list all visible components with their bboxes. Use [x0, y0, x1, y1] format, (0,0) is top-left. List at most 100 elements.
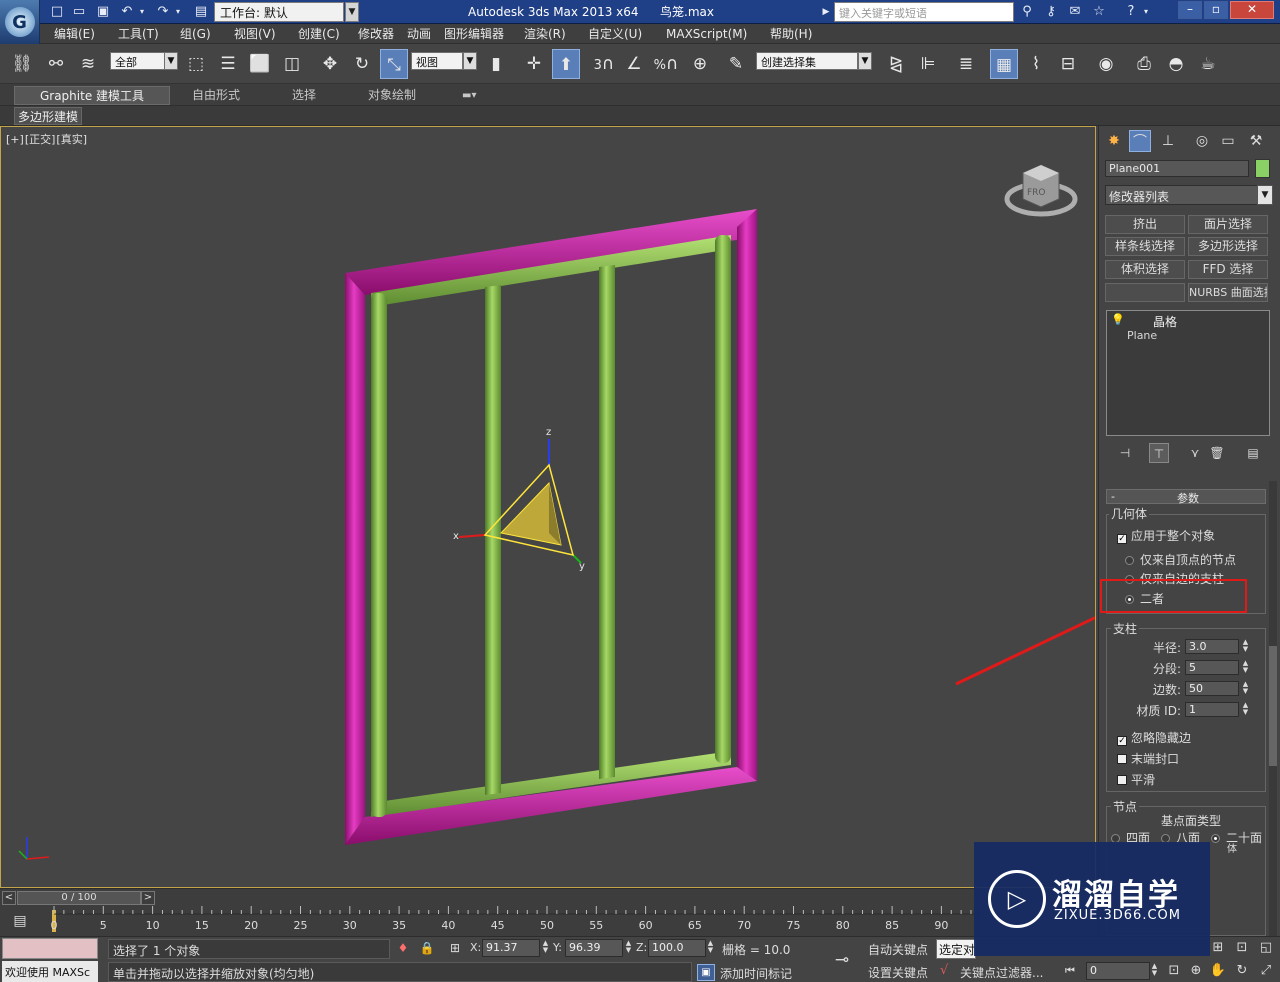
menu-group[interactable]: 组(G)	[180, 24, 211, 44]
communication-center-icon[interactable]: ✉	[1066, 3, 1084, 21]
time-slider-prev-button[interactable]: <	[2, 891, 16, 905]
unlink-icon[interactable]: ⚯	[42, 49, 70, 79]
select-manipulate-icon[interactable]: ✛	[520, 49, 548, 79]
rendered-frame-window-icon[interactable]: ◓	[1162, 49, 1190, 79]
display-tab-icon[interactable]: ▭	[1217, 130, 1239, 152]
time-slider-thumb[interactable]: 0 / 100	[17, 891, 141, 905]
open-folder-icon[interactable]: ▭	[70, 3, 88, 21]
add-time-tag-button[interactable]: 添加时间标记	[720, 965, 792, 982]
angle-snap-icon[interactable]: ∠	[620, 49, 648, 79]
ffd-select-button[interactable]: FFD 选择	[1188, 260, 1268, 279]
material-editor-icon[interactable]: ◉	[1092, 49, 1120, 79]
absolute-mode-icon[interactable]: ⊞	[446, 939, 464, 957]
chevron-down-icon[interactable]: ▼	[1257, 185, 1273, 205]
apply-whole-object-checkbox[interactable]: ✓ 应用于整个对象	[1117, 527, 1215, 544]
front-viewport[interactable]: [+][正交][真实] z x y FRO	[0, 126, 1096, 888]
current-frame-input[interactable]: 0	[1086, 962, 1150, 980]
binoculars-icon[interactable]: ⚲	[1018, 3, 1036, 21]
graphite-toggle-icon[interactable]: ▦	[990, 49, 1018, 79]
maximize-button[interactable]: ▫	[1204, 1, 1228, 19]
parameters-rollout-header[interactable]: - 参数	[1106, 489, 1266, 505]
selection-filter-select[interactable]: 全部	[110, 52, 166, 70]
menu-modifiers[interactable]: 修改器	[358, 24, 394, 44]
create-tab-icon[interactable]: ✸	[1103, 130, 1125, 152]
motion-tab-icon[interactable]: ◎	[1191, 130, 1213, 152]
tab-graphite-modeling[interactable]: Graphite 建模工具	[14, 86, 170, 105]
tab-object-paint[interactable]: 对象绘制	[368, 86, 416, 105]
time-slider-next-button[interactable]: >	[141, 891, 155, 905]
redo-icon[interactable]: ↷	[154, 3, 172, 21]
modifier-list-select[interactable]: 修改器列表	[1105, 185, 1263, 205]
frame-spinner-icon[interactable]: ▲ ▼	[1150, 963, 1159, 981]
favorites-star-icon[interactable]: ☆	[1090, 3, 1108, 21]
workspace-select[interactable]: 工作台: 默认	[214, 2, 344, 22]
maxscript-listener-swatch[interactable]	[2, 938, 98, 959]
material-id-input[interactable]: 1	[1185, 702, 1239, 717]
segments-input[interactable]: 5	[1185, 660, 1239, 675]
tab-selection[interactable]: 选择	[292, 86, 316, 105]
select-by-name-icon[interactable]: ☰	[214, 49, 242, 79]
scrollbar-thumb[interactable]	[1269, 646, 1277, 766]
stack-item-plane[interactable]: Plane	[1127, 329, 1157, 342]
time-tag-icon[interactable]: ▣	[697, 964, 715, 981]
ignore-hidden-edges-checkbox[interactable]: ✓ 忽略隐藏边	[1117, 729, 1191, 746]
help-dropdown-icon[interactable]: ▾	[1140, 3, 1152, 21]
new-file-icon[interactable]: □	[48, 3, 66, 21]
pin-stack-icon[interactable]: ⊣	[1115, 443, 1135, 463]
y-spinner-icon[interactable]: ▲ ▼	[624, 940, 633, 958]
field-of-view-icon[interactable]: ⊡	[1232, 938, 1252, 958]
z-coordinate-input[interactable]: 100.0	[648, 939, 706, 957]
z-spinner-icon[interactable]: ▲ ▼	[706, 940, 715, 958]
edit-named-selection-icon[interactable]: ✎	[722, 49, 750, 79]
menu-animation[interactable]: 动画	[407, 24, 431, 44]
configure-modifier-sets-icon[interactable]: ▤	[1243, 443, 1263, 463]
percent-snap-icon[interactable]: %∩	[652, 49, 680, 79]
poly-select-button[interactable]: 多边形选择	[1188, 237, 1268, 256]
chevron-down-icon[interactable]: ▼	[463, 52, 477, 70]
viewcube-icon[interactable]: FRO	[1004, 164, 1078, 217]
zoom-all-icon[interactable]: ⊞	[1208, 938, 1228, 958]
save-icon[interactable]: ▣	[94, 3, 112, 21]
extrude-button[interactable]: 挤出	[1105, 215, 1185, 234]
mirror-icon[interactable]: ⧎	[882, 49, 910, 79]
render-setup-icon[interactable]: ⎙	[1130, 49, 1158, 79]
isolate-selection-icon[interactable]: ♦	[394, 939, 412, 957]
undo-dropdown-icon[interactable]: ▾	[136, 3, 148, 21]
sides-input[interactable]: 50	[1185, 681, 1239, 696]
end-caps-checkbox[interactable]: 末端封口	[1117, 750, 1179, 767]
spinner-snap-icon[interactable]: ⊕	[686, 49, 714, 79]
rectangular-selection-icon[interactable]: ⬜	[246, 49, 274, 79]
chevron-down-icon[interactable]: ▼	[345, 2, 359, 22]
named-selection-set-input[interactable]: 创建选择集	[756, 52, 858, 70]
project-folder-icon[interactable]: ▤	[192, 3, 210, 21]
pivot-center-icon[interactable]: ▮	[482, 49, 510, 79]
orbit-icon[interactable]: ↻	[1232, 961, 1252, 981]
radius-spinner-icon[interactable]: ▲ ▼	[1241, 639, 1250, 654]
maximize-viewport-icon[interactable]: ⤢	[1256, 961, 1276, 981]
key-search-icon[interactable]: ⚷	[1042, 3, 1060, 21]
chevron-down-icon[interactable]: ▼	[858, 52, 872, 70]
hierarchy-tab-icon[interactable]: ⊥	[1157, 130, 1179, 152]
spline-select-button[interactable]: 样条线选择	[1105, 237, 1185, 256]
select-link-icon[interactable]: ⛓	[8, 49, 36, 79]
menu-rendering[interactable]: 渲染(R)	[524, 24, 566, 44]
time-config-icon[interactable]: ⊡	[1164, 961, 1184, 981]
show-end-result-icon[interactable]: ⊤	[1149, 443, 1169, 463]
remove-modifier-icon[interactable]: 🗑	[1207, 443, 1227, 463]
object-color-swatch[interactable]	[1255, 159, 1270, 178]
vol-select-button[interactable]: 体积选择	[1105, 260, 1185, 279]
polygon-modeling-panel[interactable]: 多边形建模	[14, 107, 83, 125]
select-scale-icon[interactable]: ⤡	[380, 49, 408, 79]
schematic-view-icon[interactable]: ⊟	[1054, 49, 1082, 79]
object-name-field[interactable]: Plane001	[1105, 160, 1249, 177]
radius-input[interactable]: 3.0	[1185, 639, 1239, 654]
lightbulb-icon[interactable]: 💡	[1111, 313, 1125, 326]
set-key-button[interactable]: 设置关键点	[868, 964, 928, 981]
reference-coordinate-select[interactable]: 视图	[411, 52, 463, 70]
go-to-start-icon[interactable]: ⏮	[1060, 961, 1080, 981]
chevron-right-icon[interactable]: ▶	[820, 3, 832, 21]
minimize-button[interactable]: –	[1178, 1, 1202, 19]
smooth-checkbox[interactable]: 平滑	[1117, 771, 1155, 788]
snap-toggle-icon[interactable]: 3∩	[590, 49, 618, 79]
chevron-down-icon[interactable]: ▼	[164, 52, 178, 70]
